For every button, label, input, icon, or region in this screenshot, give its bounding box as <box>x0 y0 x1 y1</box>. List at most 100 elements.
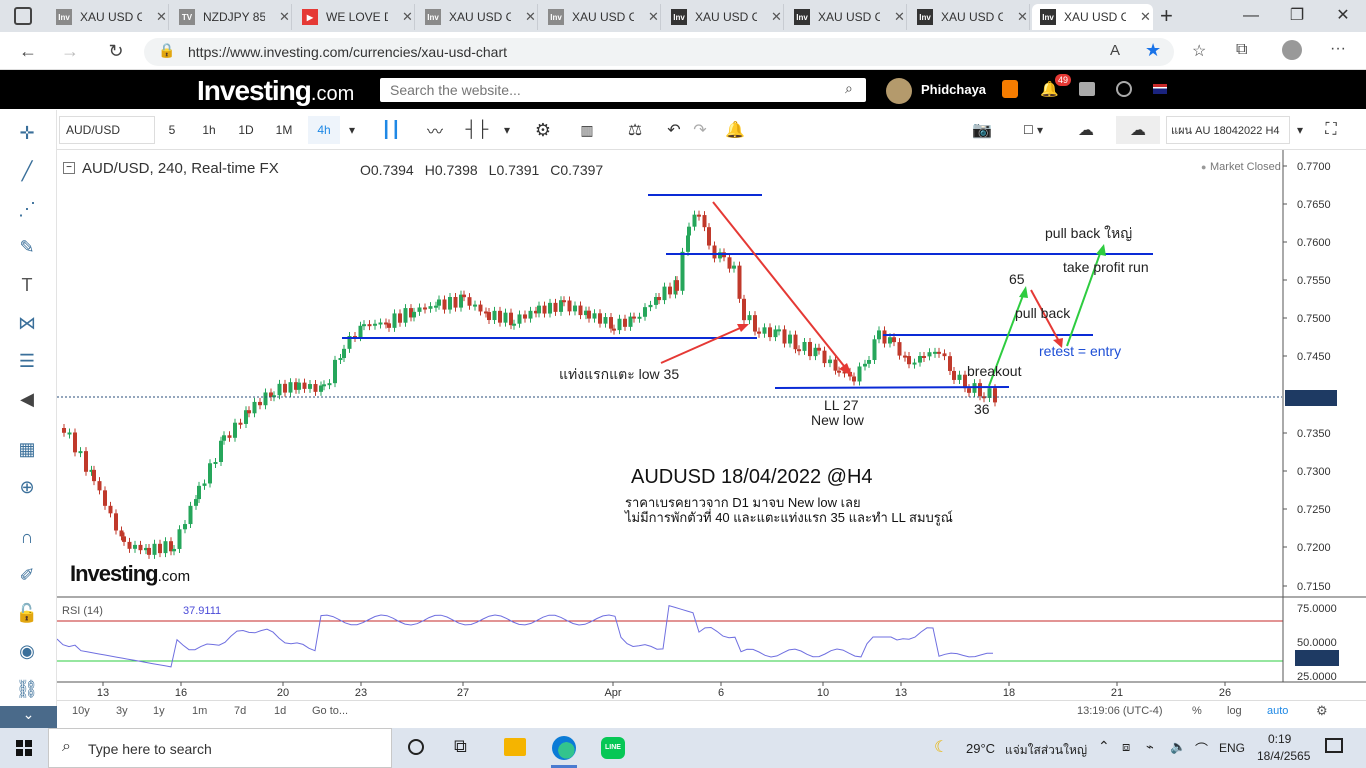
favorite-star-icon[interactable]: ★ <box>1145 40 1161 61</box>
weather-icon[interactable]: ☾ <box>934 737 948 757</box>
fullscreen-icon[interactable]: ⛶ <box>1316 116 1346 144</box>
investing-logo[interactable]: Investing.com <box>197 75 354 107</box>
magnet-icon[interactable]: ∩ <box>14 524 40 550</box>
weather-temp[interactable]: 29°C <box>966 741 995 756</box>
battery-icon[interactable]: ⌁ <box>1146 739 1154 755</box>
collapse-legend-icon[interactable]: − <box>63 162 75 174</box>
annotation-36[interactable]: 36 <box>974 401 990 417</box>
template-select[interactable]: แผน AU 18042022 H4 <box>1166 116 1290 144</box>
tab-close-icon[interactable]: ✕ <box>771 9 782 25</box>
fib-icon[interactable]: ⋰ <box>14 196 40 222</box>
crosshair-icon[interactable]: ✛ <box>14 120 40 146</box>
annotation-ll27[interactable]: LL 27 <box>824 397 859 413</box>
alert-icon[interactable]: 🔔 <box>720 116 750 144</box>
price-chart[interactable]: 0.7700 0.7650 0.7600 0.7550 0.7500 0.7450 0.73… <box>57 150 1366 706</box>
range-button[interactable]: 1m <box>192 705 207 717</box>
tab-close-icon[interactable]: ✕ <box>279 9 290 25</box>
interval-button[interactable]: 5 <box>160 116 184 144</box>
candle-style-icon[interactable]: ┃┃ <box>372 116 410 144</box>
restore-icon[interactable]: ❐ <box>1274 4 1320 28</box>
link-icon[interactable]: ⛓ <box>14 676 40 702</box>
volume-icon[interactable]: 🔈 <box>1170 739 1186 755</box>
settings-gear-icon[interactable]: ⚙ <box>528 116 558 144</box>
tab-close-icon[interactable]: ✕ <box>1140 9 1151 25</box>
browser-tab[interactable]: Inv XAU USD C ✕ <box>786 4 907 30</box>
range-button[interactable]: 1y <box>153 705 165 717</box>
interval-dropdown-icon[interactable]: ▾ <box>342 116 362 144</box>
range-button[interactable]: 10y <box>72 705 90 717</box>
clock-icon[interactable] <box>1116 81 1132 97</box>
auto-toggle[interactable]: auto <box>1267 705 1288 717</box>
favorites-icon[interactable]: ☆ <box>1192 41 1206 61</box>
tab-close-icon[interactable]: ✕ <box>1017 9 1028 25</box>
area-style-icon[interactable]: 〰 <box>418 116 452 144</box>
percent-toggle[interactable]: % <box>1192 705 1202 717</box>
forward-icon[interactable]: → <box>58 40 82 64</box>
browser-tab[interactable]: Inv XAU USD C ✕ <box>909 4 1030 30</box>
browser-tab[interactable]: Inv XAU USD C ✕ <box>1032 4 1153 30</box>
annotation-first-touch[interactable]: แท่งแรกแตะ low 35 <box>559 364 679 386</box>
read-aloud-icon[interactable]: A <box>1110 42 1120 59</box>
compare-icon[interactable]: ⚖ <box>618 116 652 144</box>
search-icon[interactable]: ⌕ <box>845 80 853 97</box>
new-tab-icon[interactable]: + <box>1160 3 1173 29</box>
log-toggle[interactable]: log <box>1227 705 1242 717</box>
range-button[interactable]: 3y <box>116 705 128 717</box>
tab-close-icon[interactable]: ✕ <box>156 9 167 25</box>
refresh-icon[interactable]: ↻ <box>104 40 128 64</box>
file-explorer-icon[interactable] <box>504 738 526 756</box>
minimize-icon[interactable]: — <box>1228 4 1274 28</box>
browser-tab[interactable]: Inv XAU USD C ✕ <box>417 4 538 30</box>
back-arrow-icon[interactable]: ◀ <box>14 386 40 412</box>
cloud-load-icon[interactable]: ☁ <box>1116 116 1160 144</box>
settings-more-icon[interactable]: ··· <box>1330 40 1346 58</box>
range-button[interactable]: 1d <box>274 705 286 717</box>
undo-icon[interactable]: ↶ <box>662 116 686 144</box>
tray-app-icon[interactable]: ⧈ <box>1122 739 1130 755</box>
tab-close-icon[interactable]: ✕ <box>648 9 659 25</box>
cloud-save-icon[interactable]: ☁ <box>1064 116 1108 144</box>
windows-start-icon[interactable] <box>16 740 32 756</box>
style-dropdown-icon[interactable]: ▾ <box>497 116 517 144</box>
profile-avatar[interactable] <box>1282 40 1302 60</box>
weather-text[interactable]: แจ่มใสส่วนใหญ่ <box>1005 741 1087 760</box>
lang-indicator[interactable]: ENG <box>1219 741 1245 755</box>
taskbar-search-text[interactable]: Type here to search <box>88 741 212 757</box>
browser-tab[interactable]: ▶ WE LOVE D ✕ <box>294 4 415 30</box>
lock-all-icon[interactable]: 🔓 <box>14 600 40 626</box>
wifi-icon[interactable]: ⌒ <box>1195 739 1208 758</box>
user-avatar[interactable] <box>886 78 912 104</box>
bar-style-icon[interactable]: ┤├ <box>460 116 494 144</box>
goto-button[interactable]: Go to... <box>312 705 348 717</box>
username[interactable]: Phidchaya <box>921 82 986 97</box>
browser-tab[interactable]: Inv XAU USD C ✕ <box>540 4 661 30</box>
browser-tab[interactable]: Inv XAU USD C ✕ <box>663 4 784 30</box>
prediction-icon[interactable]: ☰ <box>14 348 40 374</box>
site-search-input[interactable] <box>380 78 866 102</box>
eye-icon[interactable]: ◉ <box>14 638 40 664</box>
close-window-icon[interactable]: ✕ <box>1320 4 1366 28</box>
annotation-pull-back-big[interactable]: pull back ใหญ่ <box>1045 223 1132 245</box>
annotation-retest[interactable]: retest = entry <box>1039 343 1121 359</box>
interval-button[interactable]: 1M <box>268 116 300 144</box>
chart-settings-icon[interactable]: ⚙ <box>1316 703 1328 719</box>
indicators-icon[interactable]: ▥ <box>570 116 604 144</box>
browser-tab[interactable]: Inv XAU USD C ✕ <box>48 4 169 30</box>
back-icon[interactable]: ← <box>16 40 40 64</box>
clock-date[interactable]: 18/4/2565 <box>1257 749 1310 763</box>
cortana-icon[interactable] <box>408 739 424 755</box>
notification-center-icon[interactable] <box>1325 738 1343 753</box>
annotation-take-profit[interactable]: take profit run <box>1063 259 1149 275</box>
lock-drawing-icon[interactable]: ✐ <box>14 562 40 588</box>
interval-button[interactable]: 4h <box>308 116 340 144</box>
zoom-icon[interactable]: ⊕ <box>14 474 40 500</box>
url-text[interactable]: https://www.investing.com/currencies/xau… <box>188 44 507 60</box>
task-view-icon[interactable]: ⧉ <box>454 736 467 757</box>
measure-icon[interactable]: ▦ <box>14 436 40 462</box>
line-app-icon[interactable]: LINE <box>601 737 625 759</box>
template-dropdown-icon[interactable]: ▾ <box>1290 116 1310 144</box>
annotation-line2[interactable]: ไม่มีการพักตัวที่ 40 และแตะแท่งแรก 35 แล… <box>625 507 953 528</box>
pattern-icon[interactable]: ⋈ <box>14 310 40 336</box>
interval-button[interactable]: 1h <box>193 116 225 144</box>
tab-close-icon[interactable]: ✕ <box>894 9 905 25</box>
